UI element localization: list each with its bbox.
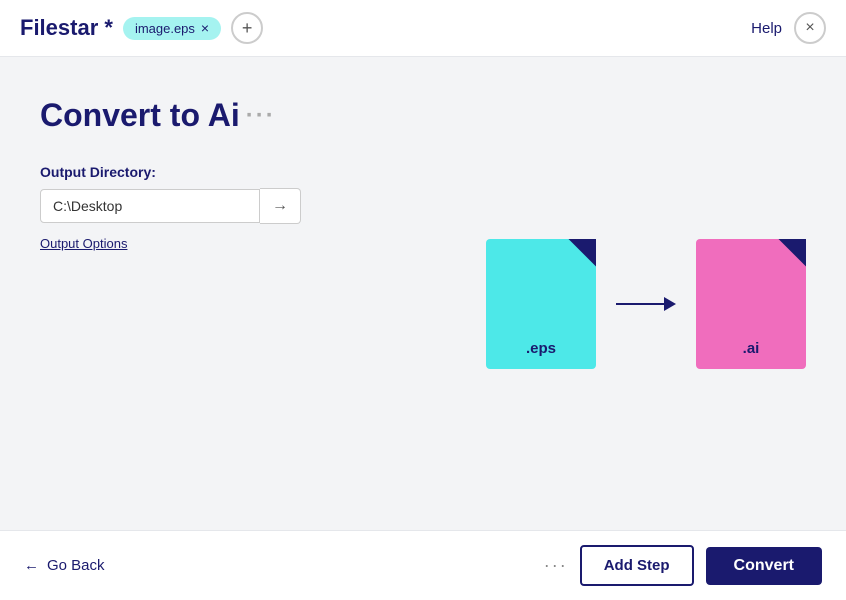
close-button[interactable]: × [794,12,826,44]
file-tag: image.eps × [123,17,221,40]
conversion-illustration: .eps .ai [486,239,806,369]
footer: ← Go Back ··· Add Step Convert [0,530,846,600]
add-step-button[interactable]: Add Step [580,545,694,586]
back-arrow-icon: ← [24,557,39,574]
page-title: Convert to Ai ··· [40,97,486,134]
output-directory-label: Output Directory: [40,164,486,180]
output-dir-row: → [40,188,486,224]
file-tag-label: image.eps [135,21,195,36]
main-content: Convert to Ai ··· Output Directory: → Ou… [0,57,846,530]
target-file-corner [778,239,806,267]
source-file-icon: .eps [486,239,596,369]
plus-icon: + [242,18,253,39]
add-file-button[interactable]: + [231,12,263,44]
arrow-right-icon: → [272,197,288,215]
app-title: Filestar * [20,15,113,41]
target-file-icon: .ai [696,239,806,369]
footer-right: ··· Add Step Convert [544,545,822,586]
page-title-text: Convert to Ai [40,97,240,134]
conversion-arrow [616,289,676,319]
go-back-label: Go Back [47,557,105,574]
go-back-button[interactable]: ← Go Back [24,557,105,574]
source-file-corner [568,239,596,267]
header-left: Filestar * image.eps × + [20,12,263,44]
close-icon: × [805,19,814,37]
target-file-ext: .ai [743,340,760,357]
file-tag-close-icon[interactable]: × [201,21,209,35]
output-directory-input[interactable] [40,189,260,223]
help-link[interactable]: Help [751,20,782,37]
title-dots: ··· [246,102,276,130]
convert-button[interactable]: Convert [706,547,822,585]
output-options-link[interactable]: Output Options [40,236,486,251]
browse-button[interactable]: → [260,188,301,224]
right-panel: .eps .ai [486,97,806,510]
header-right: Help × [751,12,826,44]
arrow-svg [616,289,676,319]
header: Filestar * image.eps × + Help × [0,0,846,57]
source-file-ext: .eps [526,340,556,357]
left-panel: Convert to Ai ··· Output Directory: → Ou… [40,97,486,510]
more-options-dots[interactable]: ··· [544,555,568,576]
